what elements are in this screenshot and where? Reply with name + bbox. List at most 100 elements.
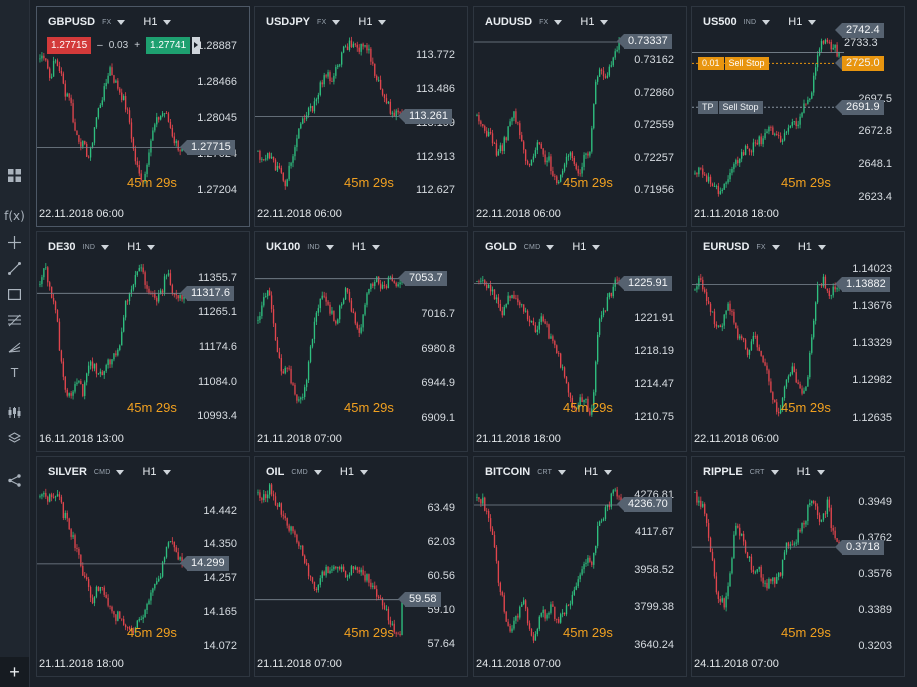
timeframe-label[interactable]: H1 — [797, 466, 811, 478]
chart-panel-ripple[interactable]: RIPPLE CRT H1 24.11.2018 07:00 45m 29s 0.3949… — [691, 456, 905, 677]
candle-body — [292, 156, 294, 163]
candle-body — [614, 489, 616, 491]
add-chart-button[interactable]: + — [0, 657, 29, 687]
timeframe-label[interactable]: H1 — [584, 466, 598, 478]
fibonacci-icon[interactable] — [4, 310, 25, 331]
share-icon[interactable] — [4, 470, 25, 491]
timeframe-label[interactable]: H1 — [142, 466, 156, 478]
buy-button[interactable]: 1.27741 — [146, 37, 191, 54]
chevron-down-icon[interactable] — [313, 469, 322, 475]
chevron-down-icon[interactable] — [762, 19, 771, 25]
candle-body — [550, 604, 552, 613]
crosshair-icon[interactable] — [4, 232, 25, 253]
chevron-down-icon[interactable] — [604, 469, 613, 475]
chevron-down-icon[interactable] — [163, 19, 172, 25]
chart-panel-usdjpy[interactable]: USDJPY FX H1 22.11.2018 06:00 45m 29s 113.772… — [254, 6, 468, 227]
order-type-label[interactable]: Sell Stop — [724, 56, 769, 70]
chevron-down-icon[interactable] — [816, 469, 825, 475]
timeframe-label[interactable]: H1 — [788, 16, 802, 28]
indicators-icon[interactable] — [4, 402, 25, 423]
chart-panel-bitcoin[interactable]: BITCOIN CRT H1 24.11.2018 07:00 45m 29s 4276.… — [473, 456, 687, 677]
chevron-down-icon[interactable] — [592, 244, 601, 250]
chevron-down-icon[interactable] — [359, 469, 368, 475]
symbol-label[interactable]: UK100 — [266, 241, 300, 253]
chevron-down-icon[interactable] — [101, 244, 110, 250]
chart-panel-eurusd[interactable]: EURUSD FX H1 22.11.2018 06:00 45m 29s 1.14023… — [691, 231, 905, 452]
chevron-down-icon[interactable] — [371, 244, 380, 250]
rectangle-icon[interactable] — [4, 284, 25, 305]
timeframe-label[interactable]: H1 — [580, 16, 594, 28]
grid-icon[interactable] — [4, 165, 25, 186]
take-profit-order[interactable]: TP Sell Stop — [698, 100, 763, 114]
symbol-label[interactable]: GOLD — [485, 241, 517, 253]
timeframe-label[interactable]: H1 — [798, 241, 812, 253]
date-label: 21.11.2018 07:00 — [257, 658, 342, 670]
chart-panel-oil[interactable]: OIL CMD H1 21.11.2018 07:00 45m 29s 63.49 62.0… — [254, 456, 468, 677]
symbol-label[interactable]: SILVER — [48, 466, 87, 478]
chevron-down-icon[interactable] — [378, 19, 387, 25]
symbol-label[interactable]: USDJPY — [266, 16, 310, 28]
timer-seconds: 29s — [591, 625, 613, 640]
chevron-down-icon[interactable] — [332, 19, 341, 25]
text-icon[interactable]: T — [4, 362, 25, 383]
order-type-label[interactable]: Sell Stop — [718, 100, 763, 114]
chevron-down-icon[interactable] — [117, 19, 126, 25]
chart-panel-us500[interactable]: US500INDH121.11.2018 18:0045m 29s2697.52… — [691, 6, 905, 227]
candle-body — [337, 319, 339, 324]
timeframe-label[interactable]: H1 — [572, 241, 586, 253]
timeframe-label[interactable]: H1 — [340, 466, 354, 478]
chevron-down-icon[interactable] — [770, 469, 779, 475]
candle-body — [327, 72, 329, 77]
candle-body — [89, 587, 92, 598]
candle-body — [350, 40, 353, 47]
symbol-label[interactable]: DE30 — [48, 241, 76, 253]
expand-trade-icon[interactable] — [192, 37, 201, 54]
pitchfork-icon[interactable] — [4, 336, 25, 357]
symbol-label[interactable]: AUDUSD — [485, 16, 532, 28]
chevron-down-icon[interactable] — [808, 19, 817, 25]
chevron-down-icon[interactable] — [817, 244, 826, 250]
chart-panel-de30[interactable]: DE30 IND H1 16.11.2018 13:00 45m 29s 11355.7 1… — [36, 231, 250, 452]
chevron-down-icon[interactable] — [147, 244, 156, 250]
chevron-down-icon[interactable] — [771, 244, 780, 250]
timeframe-label[interactable]: H1 — [127, 241, 141, 253]
timeframe-label[interactable]: H1 — [143, 16, 157, 28]
symbol-label[interactable]: US500 — [703, 16, 737, 28]
candle-body — [813, 500, 815, 504]
take-profit-label[interactable]: TP — [698, 100, 718, 114]
increase-volume-button[interactable]: + — [128, 40, 146, 51]
candle-body — [704, 504, 706, 514]
candle-body — [138, 267, 140, 272]
chevron-down-icon[interactable] — [600, 19, 609, 25]
layers-icon[interactable] — [4, 428, 25, 449]
symbol-label[interactable]: RIPPLE — [703, 466, 743, 478]
symbol-label[interactable]: EURUSD — [703, 241, 749, 253]
sell-button[interactable]: 1.27715 — [47, 37, 92, 54]
order-volume[interactable]: 0.01 — [698, 56, 724, 70]
timeframe-label[interactable]: H1 — [352, 241, 366, 253]
chart-panel-silver[interactable]: SILVER CMD H1 21.11.2018 18:00 45m 29s 14.442… — [36, 456, 250, 677]
chart-panel-audusd[interactable]: AUDUSD FX H1 22.11.2018 06:00 45m 29s 0.73162… — [473, 6, 687, 227]
candle-body — [169, 541, 172, 543]
sell-stop-order[interactable]: 0.01 Sell Stop — [698, 56, 769, 70]
chart-panel-gold[interactable]: GOLD CMD H1 21.11.2018 18:00 45m 29s 1221.91 1… — [473, 231, 687, 452]
chevron-down-icon[interactable] — [116, 469, 125, 475]
function-icon[interactable]: f(x) — [4, 205, 25, 226]
symbol-label[interactable]: BITCOIN — [485, 466, 530, 478]
candle-body — [52, 497, 55, 498]
chart-panel-gbpusd[interactable]: GBPUSD FX H1 22.11.2018 06:00 45m 29s 1.28887… — [36, 6, 250, 227]
chart-panel-uk100[interactable]: UK100 IND H1 21.11.2018 07:00 45m 29s 7016.7 6… — [254, 231, 468, 452]
chevron-down-icon[interactable] — [558, 469, 567, 475]
chevron-down-icon[interactable] — [325, 244, 334, 250]
symbol-label[interactable]: GBPUSD — [48, 16, 95, 28]
trendline-icon[interactable] — [4, 258, 25, 279]
candle-timer: 45m 29s — [127, 400, 177, 415]
chevron-down-icon[interactable] — [162, 469, 171, 475]
symbol-label[interactable]: OIL — [266, 466, 284, 478]
timeframe-label[interactable]: H1 — [358, 16, 372, 28]
chevron-down-icon[interactable] — [546, 244, 555, 250]
volume-input[interactable]: 0.03 — [109, 40, 128, 51]
candle-body — [321, 571, 323, 579]
chevron-down-icon[interactable] — [554, 19, 563, 25]
decrease-volume-button[interactable]: – — [91, 40, 109, 51]
